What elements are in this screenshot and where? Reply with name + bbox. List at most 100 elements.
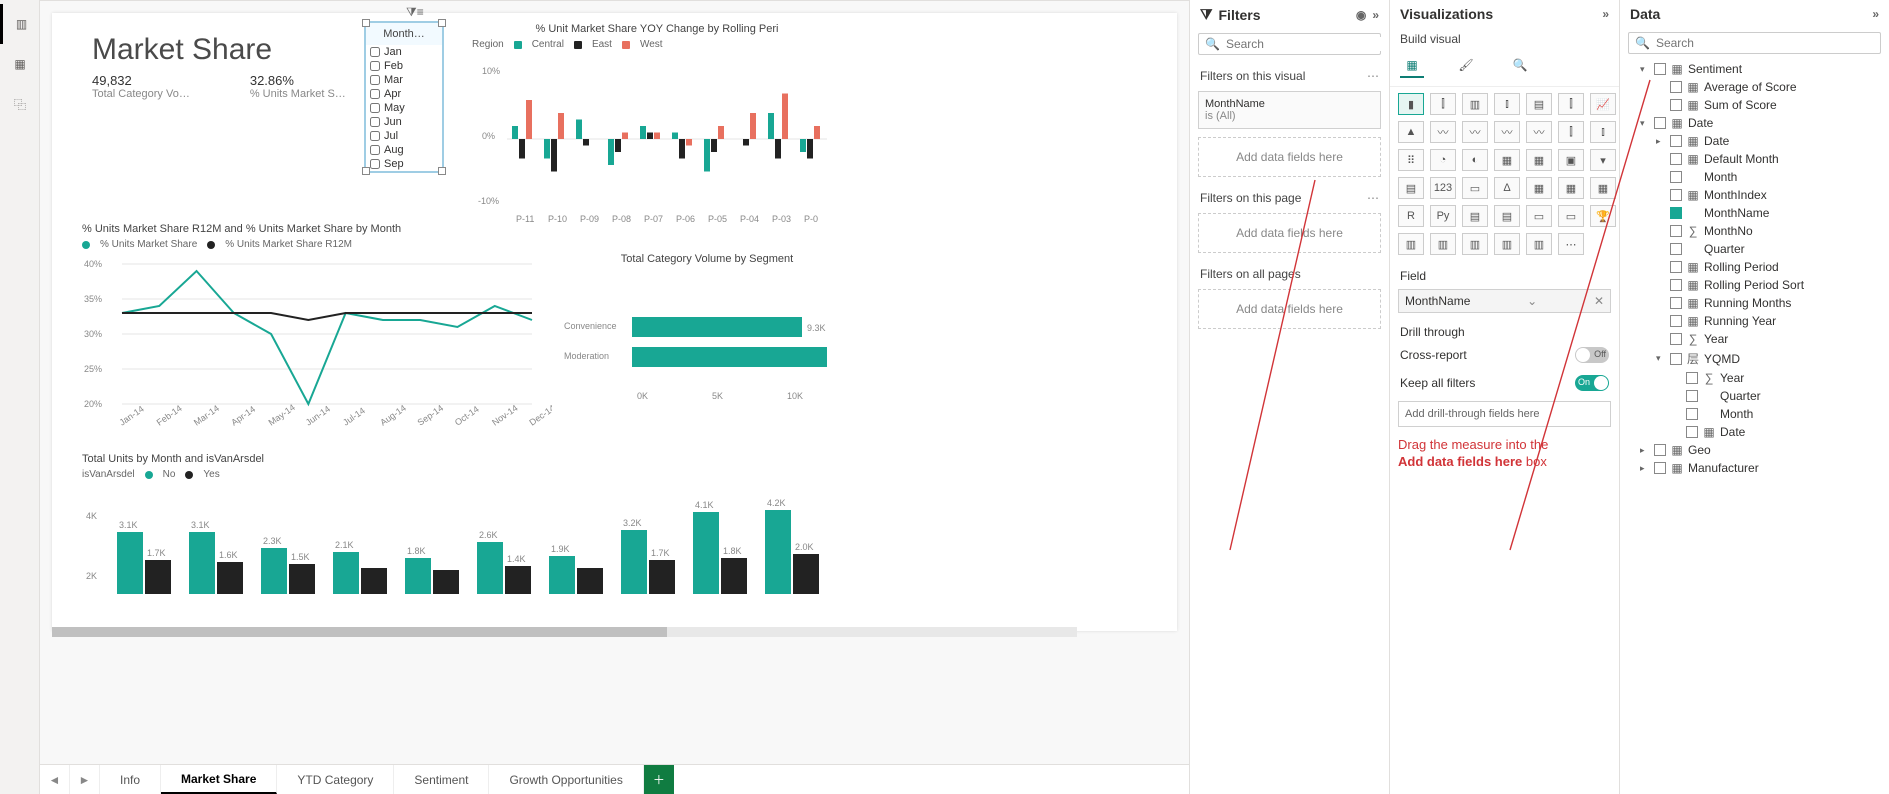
all-filter-drop[interactable]: Add data fields here — [1198, 289, 1381, 329]
data-view-button[interactable]: ▦ — [0, 44, 40, 84]
field-checkbox[interactable] — [1654, 462, 1666, 474]
viz-type-button[interactable]: ▥ — [1398, 233, 1424, 255]
viz-type-button[interactable]: ▤ — [1526, 93, 1552, 115]
field-year[interactable]: ∑Year — [1624, 369, 1885, 387]
viz-type-button[interactable]: ▦ — [1590, 177, 1616, 199]
slicer-checkbox[interactable] — [370, 131, 380, 141]
cross-report-toggle[interactable]: Cross-report Off — [1390, 341, 1619, 369]
field-checkbox[interactable] — [1686, 408, 1698, 420]
viz-type-button[interactable]: ▤ — [1494, 205, 1520, 227]
field-sentiment[interactable]: ▾▦Sentiment — [1624, 60, 1885, 78]
field-default-month[interactable]: ▦Default Month — [1624, 150, 1885, 168]
field-monthno[interactable]: ∑MonthNo — [1624, 222, 1885, 240]
viz-type-button[interactable]: ▤ — [1398, 177, 1424, 199]
tab-ytd-category[interactable]: YTD Category — [277, 765, 394, 794]
viz-type-button[interactable]: ▮ — [1398, 93, 1424, 115]
viz-type-button[interactable]: ▭ — [1462, 177, 1488, 199]
field-chip-monthname[interactable]: MonthName ⌄ ✕ — [1398, 289, 1611, 313]
visual-filter-drop[interactable]: Add data fields here — [1198, 137, 1381, 177]
slicer-checkbox[interactable] — [370, 75, 380, 85]
keep-filters-toggle[interactable]: Keep all filters On — [1390, 369, 1619, 397]
viz-type-button[interactable]: 123 — [1430, 177, 1456, 199]
filters-search-input[interactable] — [1226, 37, 1381, 51]
field-geo[interactable]: ▸▦Geo — [1624, 441, 1885, 459]
report-view-button[interactable]: ▥ — [0, 4, 40, 44]
field-checkbox[interactable] — [1670, 171, 1682, 183]
field-checkbox[interactable] — [1670, 261, 1682, 273]
field-checkbox[interactable] — [1670, 135, 1682, 147]
eye-icon[interactable]: ◉ — [1356, 8, 1366, 22]
viz-type-button[interactable]: ▥ — [1494, 233, 1520, 255]
viz-type-button[interactable]: R — [1398, 205, 1424, 227]
slicer-checkbox[interactable] — [370, 47, 380, 57]
more-icon[interactable]: ⋯ — [1367, 69, 1379, 83]
viz-type-button[interactable]: ◔ — [1430, 149, 1456, 171]
canvas-scrollbar[interactable] — [52, 627, 1077, 637]
viz-type-button[interactable]: 〰 — [1430, 121, 1456, 143]
data-search[interactable]: 🔍 — [1628, 32, 1881, 54]
field-rolling-period[interactable]: ▦Rolling Period — [1624, 258, 1885, 276]
viz-type-button[interactable]: Δ — [1494, 177, 1520, 199]
viz-type-button[interactable]: ▭ — [1526, 205, 1552, 227]
field-checkbox[interactable] — [1686, 426, 1698, 438]
field-sum-of-score[interactable]: ▦Sum of Score — [1624, 96, 1885, 114]
field-running-year[interactable]: ▦Running Year — [1624, 312, 1885, 330]
viz-type-button[interactable]: ◐ — [1462, 149, 1488, 171]
tab-prev[interactable]: ◄ — [40, 765, 70, 794]
field-checkbox[interactable] — [1670, 297, 1682, 309]
field-checkbox[interactable] — [1654, 444, 1666, 456]
viz-type-button[interactable]: ▥ — [1430, 233, 1456, 255]
slicer-checkbox[interactable] — [370, 103, 380, 113]
viz-type-button[interactable]: 〰 — [1526, 121, 1552, 143]
viz-type-button[interactable]: ▭ — [1558, 205, 1584, 227]
field-yqmd[interactable]: ▾层YQMD — [1624, 348, 1885, 369]
model-view-button[interactable]: ⿻ — [0, 84, 40, 124]
format-visual-tab[interactable]: 🖌 — [1454, 54, 1478, 78]
month-slicer[interactable]: ⧩≡ Month… JanFebMarAprMayJunJulAugSep — [364, 21, 444, 173]
field-checkbox[interactable] — [1670, 243, 1682, 255]
field-checkbox[interactable] — [1670, 225, 1682, 237]
viz-type-button[interactable]: ⫿ — [1558, 93, 1584, 115]
field-checkbox[interactable] — [1670, 333, 1682, 345]
viz-type-button[interactable]: ▦ — [1526, 177, 1552, 199]
field-checkbox[interactable] — [1670, 153, 1682, 165]
field-quarter[interactable]: Quarter — [1624, 387, 1885, 405]
field-monthname[interactable]: MonthName — [1624, 204, 1885, 222]
field-checkbox[interactable] — [1670, 315, 1682, 327]
slicer-item[interactable]: Apr — [366, 87, 442, 101]
tab-sentiment[interactable]: Sentiment — [394, 765, 489, 794]
field-checkbox[interactable] — [1670, 81, 1682, 93]
collapse-icon[interactable]: » — [1872, 7, 1879, 21]
viz-type-button[interactable]: 〰 — [1462, 121, 1488, 143]
tab-next[interactable]: ► — [70, 765, 100, 794]
tab-add-button[interactable]: ＋ — [644, 765, 674, 794]
field-average-of-score[interactable]: ▦Average of Score — [1624, 78, 1885, 96]
viz-type-button[interactable]: ⫿ — [1558, 121, 1584, 143]
field-running-months[interactable]: ▦Running Months — [1624, 294, 1885, 312]
field-checkbox[interactable] — [1670, 353, 1682, 365]
field-quarter[interactable]: Quarter — [1624, 240, 1885, 258]
segment-bar-chart[interactable]: Total Category Volume by Segment Conveni… — [562, 253, 852, 412]
field-checkbox[interactable] — [1670, 279, 1682, 291]
field-checkbox[interactable] — [1686, 390, 1698, 402]
viz-type-button[interactable]: ▲ — [1398, 121, 1424, 143]
yoy-change-chart[interactable]: % Unit Market Share YOY Change by Rollin… — [472, 23, 842, 227]
drill-through-drop[interactable]: Add drill-through fields here — [1398, 401, 1611, 427]
field-date[interactable]: ▸▦Date — [1624, 132, 1885, 150]
viz-type-button[interactable]: ⋯ — [1558, 233, 1584, 255]
collapse-icon[interactable]: » — [1602, 7, 1609, 21]
viz-type-button[interactable]: ⫿ — [1430, 93, 1456, 115]
slicer-checkbox[interactable] — [370, 61, 380, 71]
viz-type-button[interactable]: ⫾ — [1590, 121, 1616, 143]
slicer-item[interactable]: Jan — [366, 45, 442, 59]
viz-type-button[interactable]: ⠿ — [1398, 149, 1424, 171]
remove-field-icon[interactable]: ✕ — [1594, 294, 1604, 308]
viz-type-button[interactable]: 🏆 — [1590, 205, 1616, 227]
data-search-input[interactable] — [1656, 36, 1874, 50]
field-manufacturer[interactable]: ▸▦Manufacturer — [1624, 459, 1885, 477]
field-checkbox[interactable] — [1654, 63, 1666, 75]
slicer-item[interactable]: Sep — [366, 157, 442, 171]
viz-type-button[interactable]: ⫾ — [1494, 93, 1520, 115]
slicer-item[interactable]: Aug — [366, 143, 442, 157]
field-monthindex[interactable]: ▦MonthIndex — [1624, 186, 1885, 204]
